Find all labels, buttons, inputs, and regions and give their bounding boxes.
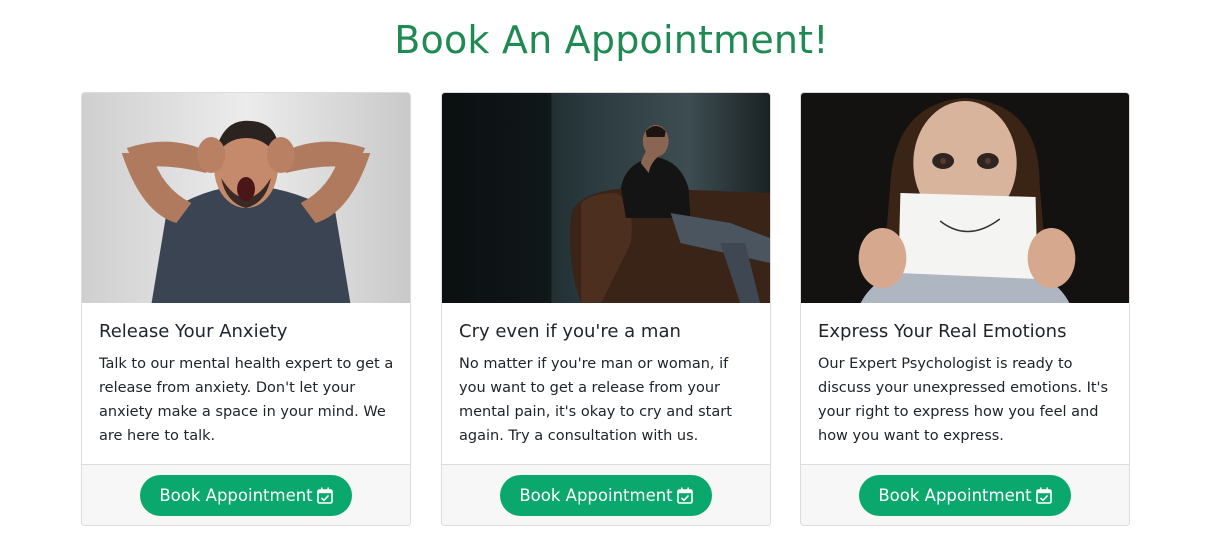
- card-title: Cry even if you're a man: [459, 321, 681, 342]
- card-description: No matter if you're man or woman, if you…: [459, 356, 732, 444]
- card-image-anxiety: [82, 93, 410, 303]
- card-title: Release Your Anxiety: [99, 321, 288, 342]
- appointment-card-emotions: Express Your Real Emotions Our Expert Ps…: [800, 92, 1130, 526]
- calendar-check-icon: [1035, 487, 1052, 504]
- card-image-cry: [442, 93, 770, 303]
- appointment-card-anxiety: Release Your Anxiety Talk to our mental …: [81, 92, 411, 526]
- card-title: Express Your Real Emotions: [818, 321, 1067, 342]
- appointment-card-cry: Cry even if you're a man No matter if yo…: [441, 92, 771, 526]
- card-footer: Book Appointment: [82, 464, 410, 525]
- book-appointment-label: Book Appointment: [878, 486, 1032, 505]
- book-appointment-button[interactable]: Book Appointment: [859, 475, 1071, 516]
- card-image-emotions: [801, 93, 1129, 303]
- book-appointment-label: Book Appointment: [159, 486, 313, 505]
- card-footer: Book Appointment: [801, 464, 1129, 525]
- book-appointment-button[interactable]: Book Appointment: [140, 475, 352, 516]
- card-description: Talk to our mental health expert to get …: [99, 356, 394, 444]
- calendar-check-icon: [676, 487, 693, 504]
- book-appointment-label: Book Appointment: [519, 486, 673, 505]
- card-footer: Book Appointment: [442, 464, 770, 525]
- calendar-check-icon: [316, 487, 333, 504]
- card-description: Our Expert Psychologist is ready to disc…: [818, 356, 1109, 444]
- book-appointment-button[interactable]: Book Appointment: [500, 475, 712, 516]
- page-title: Book An Appointment!: [394, 18, 829, 62]
